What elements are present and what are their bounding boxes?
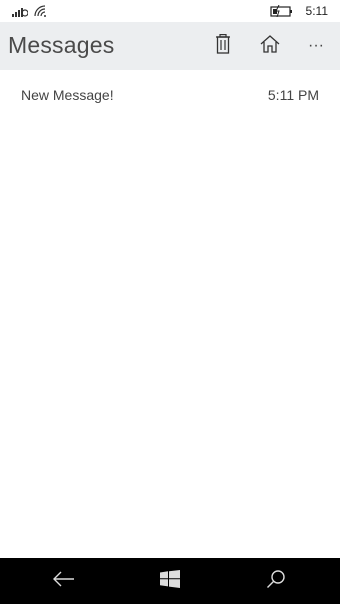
back-button[interactable]: [44, 566, 84, 596]
wifi-icon: [34, 4, 48, 22]
status-time: 5:11: [305, 4, 328, 18]
search-button[interactable]: [256, 566, 296, 596]
navigation-bar: [0, 558, 340, 604]
status-bar: 5:11: [0, 0, 340, 22]
more-button[interactable]: ···: [300, 30, 332, 62]
start-button[interactable]: [150, 566, 190, 596]
delete-icon: [215, 33, 231, 59]
home-button[interactable]: [254, 30, 286, 62]
message-time: 5:11 PM: [267, 87, 319, 103]
message-subject: New Message!: [21, 87, 114, 103]
signal-icon: [12, 4, 29, 22]
back-icon: [53, 571, 75, 592]
app-bar: Messages ···: [0, 22, 340, 70]
page-title: Messages: [8, 32, 115, 58]
search-icon: [266, 569, 286, 594]
more-icon: ···: [308, 37, 324, 54]
list-item[interactable]: New Message! 5:11 PM: [0, 70, 340, 118]
message-list: New Message! 5:11 PM: [0, 70, 340, 118]
delete-button[interactable]: [207, 30, 239, 62]
windows-start-icon: [160, 569, 180, 593]
battery-charging-icon: [270, 4, 294, 22]
home-icon: [260, 34, 280, 58]
